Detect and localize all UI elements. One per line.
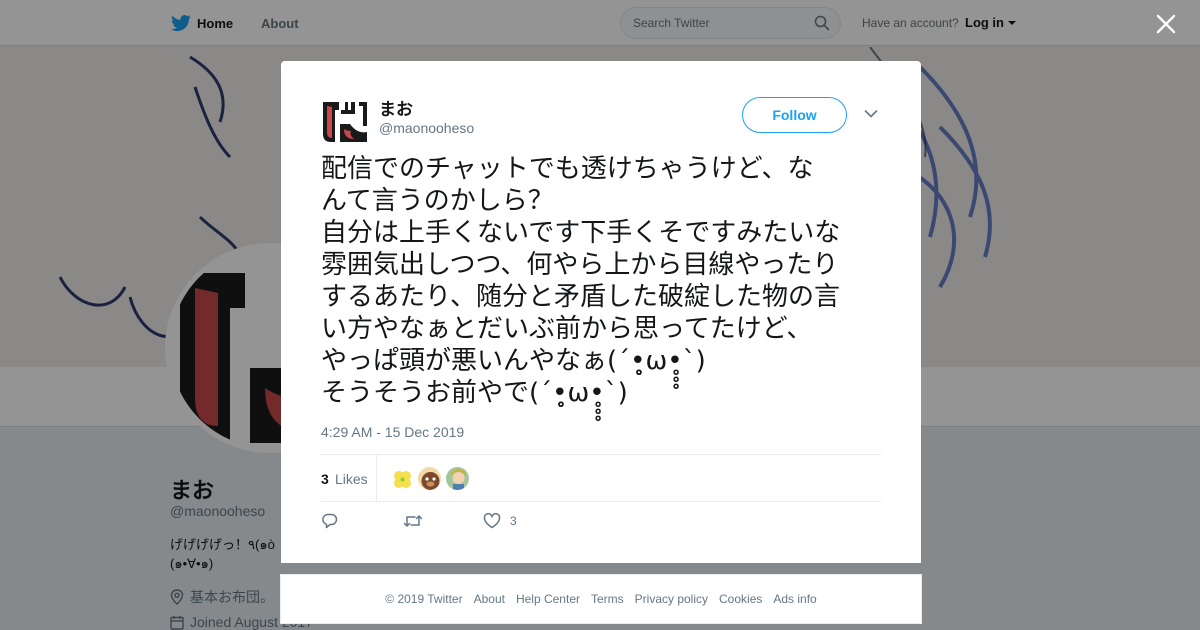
chevron-down-icon[interactable] [864,109,878,119]
likes-count[interactable]: 3 [321,471,329,487]
reply-button[interactable] [321,513,338,529]
likes-label[interactable]: Likes [335,471,368,487]
like-count: 3 [510,514,517,528]
follow-button[interactable]: Follow [742,97,847,133]
footer-privacy-link[interactable]: Privacy policy [635,592,708,606]
footer-ads-info-link[interactable]: Ads info [773,592,816,606]
tweet-author-name[interactable]: まお [379,95,413,120]
liker-avatar[interactable] [389,466,414,491]
retweet-button[interactable] [403,513,423,529]
retweet-icon[interactable] [403,513,423,529]
footer-about-link[interactable]: About [474,592,505,606]
footer-copyright[interactable]: © 2019 Twitter [385,592,462,606]
tweet-text: 配信でのチャットでも透けちゃうけど、な んて言うのかしら？ 自分は上手くないです… [321,154,841,408]
tweet-stats: 3 Likes [321,454,881,502]
reply-icon[interactable] [321,513,338,529]
tweet-author-handle[interactable]: @maonooheso [379,120,474,136]
tweet-permalink-modal: まお @maonooheso Follow 配信でのチャットでも透けちゃうけど、… [281,61,921,563]
modal-footer: © 2019 Twitter About Help Center Terms P… [280,574,922,624]
heart-icon[interactable] [483,513,501,529]
close-icon[interactable] [1154,12,1178,36]
tweet-actions: 3 [321,513,881,537]
footer-help-center-link[interactable]: Help Center [516,592,580,606]
like-button[interactable]: 3 [483,513,517,529]
tweet-timestamp[interactable]: 4:29 AM - 15 Dec 2019 [321,424,464,440]
liker-avatar[interactable] [417,466,442,491]
footer-cookies-link[interactable]: Cookies [719,592,762,606]
stats-divider [376,455,377,501]
liker-avatar[interactable] [445,466,470,491]
footer-terms-link[interactable]: Terms [591,592,624,606]
tweet-author-avatar[interactable] [321,96,369,144]
